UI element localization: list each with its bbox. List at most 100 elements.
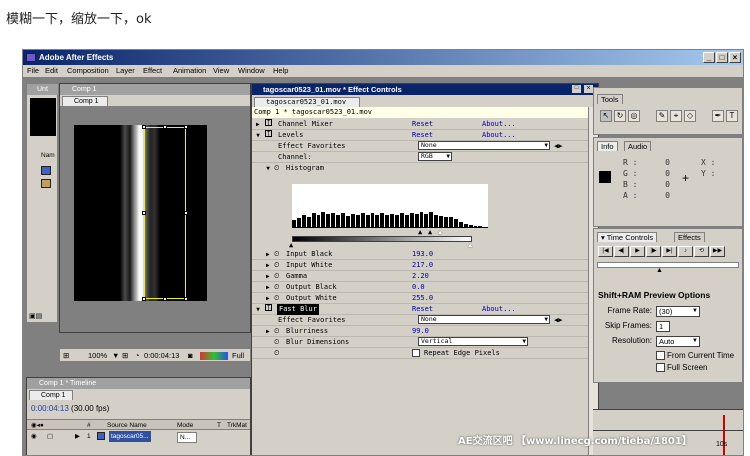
menu-file[interactable]: File	[27, 65, 39, 77]
menu-view[interactable]: View	[213, 65, 229, 77]
levels-histogram[interactable]	[292, 184, 488, 228]
expand-triangle-icon[interactable]: ▶	[266, 293, 270, 304]
timeline-timecode[interactable]: 0:00:04:13 (30.00 fps)	[31, 404, 109, 413]
grid-icon[interactable]: ⊞	[122, 349, 128, 362]
ec-close-button[interactable]: ×	[584, 85, 593, 93]
project-footer-icons[interactable]: ▣▤	[29, 312, 42, 320]
fx-toggle-icon[interactable]: ƒ	[265, 304, 272, 311]
expand-triangle-icon[interactable]: ▶	[256, 119, 260, 130]
param-value[interactable]: 217.0	[412, 260, 433, 271]
av-switches-icon[interactable]: ◉◂●	[31, 420, 44, 431]
column-source-name[interactable]: Source Name	[107, 420, 147, 431]
fx-toggle-icon[interactable]: ƒ	[265, 119, 272, 126]
menu-edit[interactable]: Edit	[45, 65, 58, 77]
reset-link[interactable]: Reset	[412, 130, 433, 141]
project-tab[interactable]: Unt	[27, 84, 58, 95]
stopwatch-icon[interactable]: ⏲	[274, 282, 279, 293]
bbox-handle-bottom-left[interactable]	[142, 297, 146, 301]
stopwatch-icon[interactable]: ⏲	[274, 293, 279, 304]
favorites-arrows-icon[interactable]: ◀▶	[554, 141, 562, 152]
rotate-tool-icon[interactable]: ↻	[614, 110, 626, 122]
output-black-row[interactable]: ▶ ⏲ Output Black 0.0	[252, 282, 588, 293]
menu-effect[interactable]: Effect	[143, 65, 162, 77]
gamma-slider-marker[interactable]: ▲	[428, 228, 432, 236]
next-frame-button[interactable]: |▶	[646, 246, 661, 257]
full-screen-checkbox[interactable]	[656, 363, 665, 372]
expand-triangle-icon[interactable]: ▶	[266, 260, 270, 271]
effect-favorites-dropdown[interactable]: None ▼	[418, 315, 550, 324]
blurriness-row[interactable]: ▶ ⏲ Blurriness 99.0	[252, 326, 588, 337]
param-value[interactable]: 255.0	[412, 293, 433, 304]
text-tool-icon[interactable]: T	[726, 110, 738, 122]
ec-layer-tab[interactable]: tagoscar0523_01.mov	[254, 97, 360, 107]
camera-orbit-tool-icon[interactable]: ◎	[628, 110, 640, 122]
comp-timecode[interactable]: 0:00:04:13	[144, 349, 179, 362]
output-black-slider-marker[interactable]: ▲	[289, 241, 293, 249]
about-link[interactable]: About...	[482, 304, 516, 315]
bbox-handle-top-right[interactable]	[184, 125, 188, 129]
comp-tab[interactable]: Comp 1	[62, 96, 108, 106]
info-tab[interactable]: Info	[597, 141, 618, 151]
bbox-handle-right[interactable]	[184, 211, 188, 215]
effect-row-levels[interactable]: ▶ ƒ Levels Reset About...	[252, 130, 588, 141]
bbox-handle-top[interactable]	[163, 125, 167, 129]
repeat-edge-checkbox[interactable]	[412, 349, 420, 357]
clone-tool-icon[interactable]: ⌖	[670, 110, 682, 122]
play-button[interactable]: ▶	[630, 246, 645, 257]
selection-tool-icon[interactable]: ↖	[600, 110, 612, 122]
expand-triangle-icon[interactable]: ▶	[75, 431, 80, 442]
gamma-row[interactable]: ▶ ⏲ Gamma 2.20	[252, 271, 588, 282]
maximize-button[interactable]: □	[716, 52, 728, 63]
output-white-row[interactable]: ▶ ⏲ Output White 255.0	[252, 293, 588, 304]
time-controls-tab[interactable]: ▾ Time Controls	[597, 232, 658, 242]
pen-tool-icon[interactable]: ✒	[712, 110, 724, 122]
safe-zones-icon[interactable]: ⊞	[63, 349, 69, 362]
param-value[interactable]: 2.20	[412, 271, 429, 282]
last-frame-button[interactable]: ▶|	[662, 246, 677, 257]
loop-button[interactable]: ⟲	[694, 246, 709, 257]
reset-link[interactable]: Reset	[412, 304, 433, 315]
input-white-row[interactable]: ▶ ⏲ Input White 217.0	[252, 260, 588, 271]
menu-help[interactable]: Help	[273, 65, 288, 77]
effects-tab[interactable]: Effects	[674, 232, 705, 242]
stopwatch-icon[interactable]: ⏲	[274, 337, 279, 348]
ec-maximize-button[interactable]: □	[572, 85, 581, 93]
menu-window[interactable]: Window	[238, 65, 265, 77]
layer-bounding-box[interactable]	[144, 127, 186, 299]
zoom-dropdown[interactable]: 100%	[88, 349, 107, 362]
previous-frame-button[interactable]: ◀|	[614, 246, 629, 257]
expand-triangle-icon[interactable]: ▶	[266, 271, 270, 282]
bbox-handle-bottom-right[interactable]	[184, 297, 188, 301]
zoom-dropdown-arrow-icon[interactable]: ▼	[112, 349, 119, 362]
ram-preview-button[interactable]: ▶▶	[710, 246, 725, 257]
channel-dropdown[interactable]: RGB ▼	[418, 152, 452, 161]
favorites-arrows-icon[interactable]: ◀▶	[554, 315, 562, 326]
layer-mode-dropdown[interactable]: N...	[177, 432, 198, 443]
input-white-slider-marker[interactable]: ▲	[438, 228, 442, 236]
input-black-slider-marker[interactable]: ▲	[418, 228, 422, 236]
tools-tab[interactable]: Tools	[597, 94, 623, 104]
fx-toggle-icon[interactable]: ƒ	[265, 130, 272, 137]
timeline-title[interactable]: Comp 1 * Timeline	[27, 378, 250, 389]
comp-panel-title[interactable]: Comp 1	[60, 84, 250, 95]
stopwatch-icon[interactable]: ⏲	[274, 249, 279, 260]
input-black-row[interactable]: ▶ ⏲ Input Black 193.0	[252, 249, 588, 260]
stopwatch-icon[interactable]: ⏲	[274, 260, 279, 271]
bbox-handle-left[interactable]	[142, 211, 146, 215]
camera-icon[interactable]: ◙	[188, 349, 193, 362]
timeline-layer-row[interactable]: ◉ ▢ ▶ 1 tagoscar05... N...	[27, 431, 250, 443]
stopwatch-icon[interactable]: ⏲	[274, 326, 279, 337]
stopwatch-icon[interactable]: ⏲	[274, 163, 279, 174]
minimize-button[interactable]: _	[703, 52, 715, 63]
close-button[interactable]: ×	[729, 52, 741, 63]
column-mode[interactable]: Mode	[177, 420, 193, 431]
comp-item-icon[interactable]	[41, 179, 51, 188]
resolution-dropdown[interactable]: Full	[232, 349, 244, 362]
snapshot-icon[interactable]: ◔	[135, 349, 140, 362]
timeline-comp-tab[interactable]: Comp 1	[29, 390, 73, 400]
param-value[interactable]: 99.0	[412, 326, 429, 337]
effect-favorites-dropdown[interactable]: None ▼	[418, 141, 550, 150]
param-value[interactable]: 193.0	[412, 249, 433, 260]
timeline-current-time[interactable]: 0:00:04:13	[31, 404, 69, 413]
frame-rate-dropdown[interactable]: (30) ▼	[656, 306, 700, 317]
